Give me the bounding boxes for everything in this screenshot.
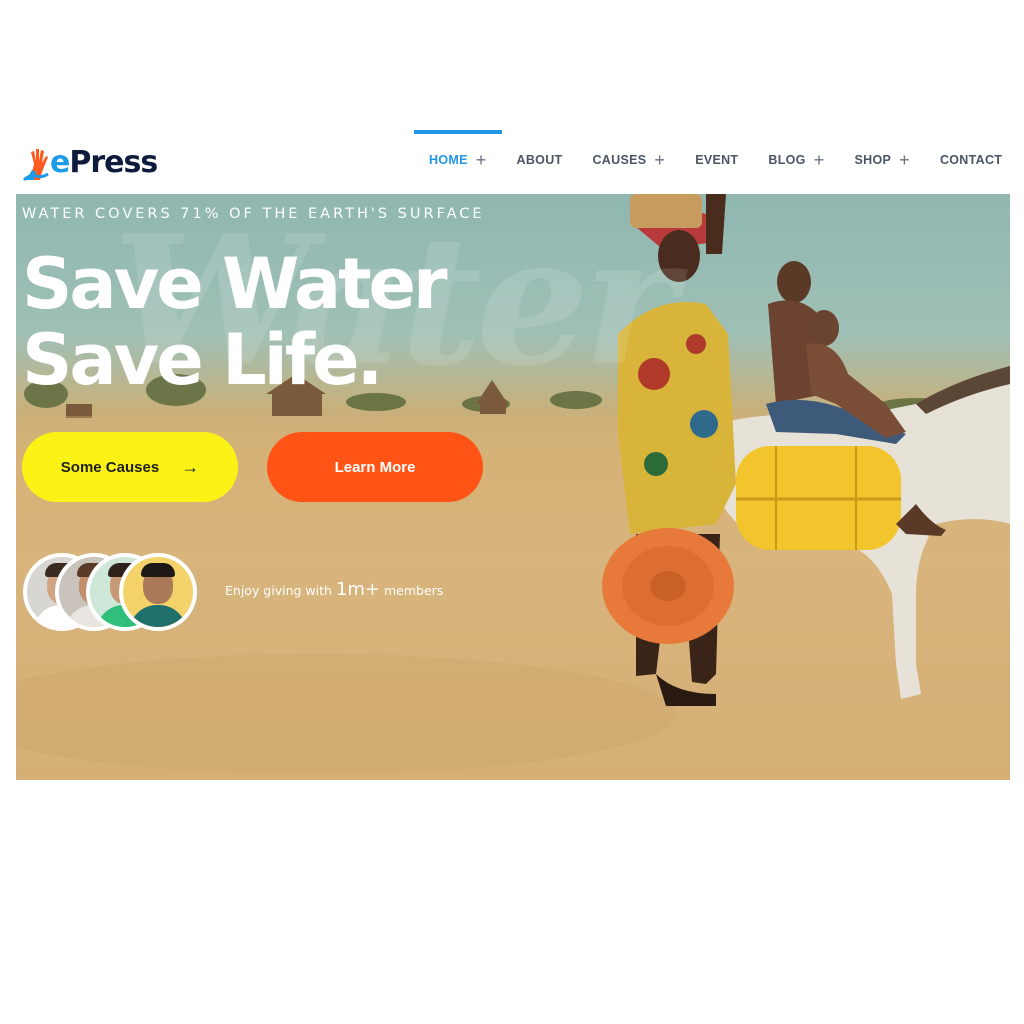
plus-icon[interactable]: + bbox=[654, 151, 665, 169]
hands-logo-icon bbox=[22, 144, 56, 182]
nav-label-event: EVENT bbox=[695, 153, 739, 167]
nav-item-contact[interactable]: CONTACT bbox=[925, 130, 1017, 190]
nav-item-about[interactable]: ABOUT bbox=[502, 130, 578, 190]
some-causes-label: Some Causes bbox=[60, 458, 160, 476]
nav-label-blog: BLOG bbox=[768, 153, 806, 167]
member-avatars bbox=[23, 553, 203, 631]
members-text: Enjoy giving with 1m+ members bbox=[225, 579, 443, 600]
site-logo[interactable]: ePress bbox=[22, 143, 158, 183]
hero-banner: Water WATER COVERS 71% OF THE EARTH'S SU… bbox=[16, 194, 1010, 780]
nav-label-contact: CONTACT bbox=[939, 153, 1003, 167]
nav-item-event[interactable]: EVENT bbox=[680, 130, 753, 190]
hero-eyebrow: WATER COVERS 71% OF THE EARTH'S SURFACE bbox=[22, 206, 485, 222]
avatar bbox=[119, 553, 197, 631]
nav-label-about: ABOUT bbox=[516, 153, 563, 167]
learn-more-button[interactable]: Learn More bbox=[267, 432, 483, 502]
nav-label-causes: CAUSES bbox=[592, 153, 647, 167]
nav-item-home[interactable]: HOME + bbox=[414, 130, 502, 190]
plus-icon[interactable]: + bbox=[814, 151, 825, 169]
nav-label-shop: SHOP bbox=[854, 153, 892, 167]
members-prefix: Enjoy giving with bbox=[225, 583, 332, 598]
nav-item-shop[interactable]: SHOP + bbox=[840, 130, 925, 190]
members-count: 1m+ bbox=[335, 579, 381, 600]
headline-line-1: Save Water bbox=[22, 243, 448, 325]
nav-item-causes[interactable]: CAUSES + bbox=[577, 130, 680, 190]
members-suffix: members bbox=[384, 583, 444, 598]
nav-label-home: HOME bbox=[429, 153, 468, 167]
arrow-right-icon: → bbox=[181, 456, 200, 477]
nav-item-blog[interactable]: BLOG + bbox=[753, 130, 839, 190]
learn-more-label: Learn More bbox=[334, 458, 416, 476]
logo-wordmark: ePress bbox=[50, 145, 158, 180]
main-nav: HOME + ABOUT CAUSES + EVENT BLOG + SHOP … bbox=[414, 130, 1017, 190]
plus-icon[interactable]: + bbox=[899, 151, 910, 169]
headline-line-2: Save Life. bbox=[22, 319, 383, 401]
plus-icon[interactable]: + bbox=[476, 151, 487, 169]
some-causes-button[interactable]: Some Causes → bbox=[22, 432, 238, 502]
hero-headline: Save Water Save Life. bbox=[22, 243, 448, 401]
